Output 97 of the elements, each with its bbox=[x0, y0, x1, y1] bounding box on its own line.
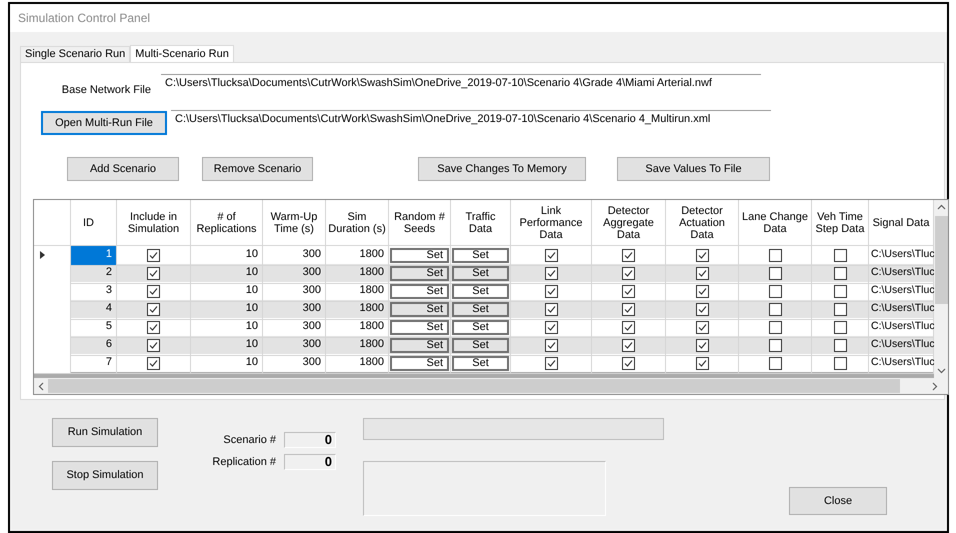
checkbox[interactable] bbox=[768, 266, 782, 280]
column-header[interactable]: Detector Actuation Data bbox=[668, 204, 736, 240]
checkbox[interactable] bbox=[834, 356, 846, 370]
current-row-icon bbox=[40, 251, 45, 260]
checkbox[interactable] bbox=[768, 320, 782, 334]
set-button[interactable]: Set bbox=[390, 248, 449, 263]
counter-value: 0 bbox=[284, 454, 336, 470]
checkbox[interactable] bbox=[696, 302, 708, 316]
column-header[interactable]: Include in Simulation bbox=[119, 210, 188, 234]
set-button[interactable]: Set bbox=[390, 284, 449, 299]
checkbox[interactable] bbox=[622, 356, 635, 370]
set-button[interactable]: Set bbox=[390, 266, 449, 281]
scrollbar-thumb[interactable] bbox=[48, 379, 900, 393]
checkbox[interactable] bbox=[544, 248, 558, 262]
checkbox[interactable] bbox=[544, 320, 558, 334]
table-cell[interactable]: 1 bbox=[71, 246, 117, 266]
checkbox[interactable] bbox=[147, 302, 160, 316]
stop-button[interactable]: Stop Simulation bbox=[52, 461, 158, 490]
checkbox[interactable] bbox=[622, 338, 635, 352]
column-header[interactable]: Signal Data bbox=[872, 216, 930, 228]
set-button[interactable]: Set bbox=[390, 302, 449, 317]
column-header[interactable]: ID bbox=[73, 216, 114, 228]
checkbox[interactable] bbox=[768, 284, 782, 298]
counter-value: 0 bbox=[284, 432, 336, 448]
column-header[interactable]: # of Replications bbox=[193, 210, 260, 234]
set-button[interactable]: Set bbox=[390, 356, 449, 371]
table-cell[interactable]: 300 bbox=[263, 354, 326, 374]
checkbox[interactable] bbox=[544, 338, 558, 352]
checkbox[interactable] bbox=[834, 266, 846, 280]
checkbox[interactable] bbox=[834, 248, 846, 262]
action-button[interactable]: Save Changes To Memory bbox=[418, 157, 586, 181]
checkbox[interactable] bbox=[696, 320, 708, 334]
column-header[interactable]: Veh Time Step Data bbox=[814, 210, 866, 234]
checkbox[interactable] bbox=[834, 302, 846, 316]
set-button[interactable]: Set bbox=[452, 248, 509, 263]
checkbox[interactable] bbox=[834, 338, 846, 352]
action-button[interactable]: Remove Scenario bbox=[202, 157, 313, 181]
checkbox[interactable] bbox=[147, 248, 160, 262]
checkbox[interactable] bbox=[622, 302, 635, 316]
checkbox[interactable] bbox=[544, 284, 558, 298]
table-cell[interactable]: 7 bbox=[71, 354, 117, 374]
table-cell[interactable]: 1800 bbox=[326, 354, 389, 374]
counter-label: Replication # bbox=[212, 454, 276, 470]
set-button[interactable]: Set bbox=[452, 302, 509, 317]
checkbox[interactable] bbox=[147, 284, 160, 298]
checkbox[interactable] bbox=[696, 248, 708, 262]
tab[interactable]: Single Scenario Run bbox=[20, 46, 130, 62]
checkbox[interactable] bbox=[768, 338, 782, 352]
action-button[interactable]: Add Scenario bbox=[67, 157, 179, 181]
field-label: Base Network File bbox=[60, 82, 152, 98]
window-title: Simulation Control Panel bbox=[18, 10, 150, 27]
set-button[interactable]: Set bbox=[452, 356, 509, 371]
run-button[interactable]: Run Simulation bbox=[52, 418, 158, 447]
checkbox[interactable] bbox=[544, 266, 558, 280]
open-file-button[interactable]: Open Multi-Run File bbox=[41, 111, 167, 135]
column-header[interactable]: Sim Duration (s) bbox=[328, 210, 386, 234]
checkbox[interactable] bbox=[622, 320, 635, 334]
checkbox[interactable] bbox=[147, 266, 160, 280]
checkbox[interactable] bbox=[147, 320, 160, 334]
set-button[interactable]: Set bbox=[452, 284, 509, 299]
checkbox[interactable] bbox=[696, 356, 708, 370]
checkbox[interactable] bbox=[696, 338, 708, 352]
scroll-down-icon[interactable] bbox=[936, 368, 946, 374]
checkbox[interactable] bbox=[834, 320, 846, 334]
set-button[interactable]: Set bbox=[452, 338, 509, 353]
checkbox[interactable] bbox=[696, 284, 708, 298]
table-cell[interactable]: 10 bbox=[191, 354, 263, 374]
checkbox[interactable] bbox=[768, 248, 782, 262]
checkbox[interactable] bbox=[696, 266, 708, 280]
scrollbar-thumb[interactable] bbox=[934, 216, 948, 304]
scroll-up-icon[interactable] bbox=[936, 204, 946, 210]
set-button[interactable]: Set bbox=[452, 266, 509, 281]
scroll-right-icon[interactable] bbox=[932, 382, 938, 390]
scroll-left-icon[interactable] bbox=[38, 382, 44, 390]
checkbox[interactable] bbox=[622, 248, 635, 262]
set-button[interactable]: Set bbox=[390, 320, 449, 335]
column-header[interactable]: Warm-Up Time (s) bbox=[265, 210, 323, 234]
set-button[interactable]: Set bbox=[390, 338, 449, 353]
column-header[interactable]: Random # Seeds bbox=[391, 210, 448, 234]
counter-label: Scenario # bbox=[223, 432, 276, 448]
checkbox[interactable] bbox=[544, 302, 558, 316]
column-header[interactable]: Link Performance Data bbox=[513, 204, 589, 240]
checkbox[interactable] bbox=[147, 338, 160, 352]
checkbox[interactable] bbox=[768, 302, 782, 316]
set-button[interactable]: Set bbox=[452, 320, 509, 335]
checkbox[interactable] bbox=[768, 356, 782, 370]
checkbox[interactable] bbox=[147, 356, 160, 370]
checkbox[interactable] bbox=[622, 266, 635, 280]
column-header[interactable]: Detector Aggregate Data bbox=[594, 204, 663, 240]
checkbox[interactable] bbox=[622, 284, 635, 298]
close-button[interactable]: Close bbox=[789, 487, 887, 515]
checkbox[interactable] bbox=[544, 356, 558, 370]
tab[interactable]: Multi-Scenario Run bbox=[130, 45, 234, 63]
checkbox[interactable] bbox=[834, 284, 846, 298]
column-header[interactable]: Traffic Data bbox=[453, 210, 508, 234]
action-button[interactable]: Save Values To File bbox=[617, 157, 770, 181]
column-header[interactable]: Lane Change Data bbox=[741, 210, 809, 234]
